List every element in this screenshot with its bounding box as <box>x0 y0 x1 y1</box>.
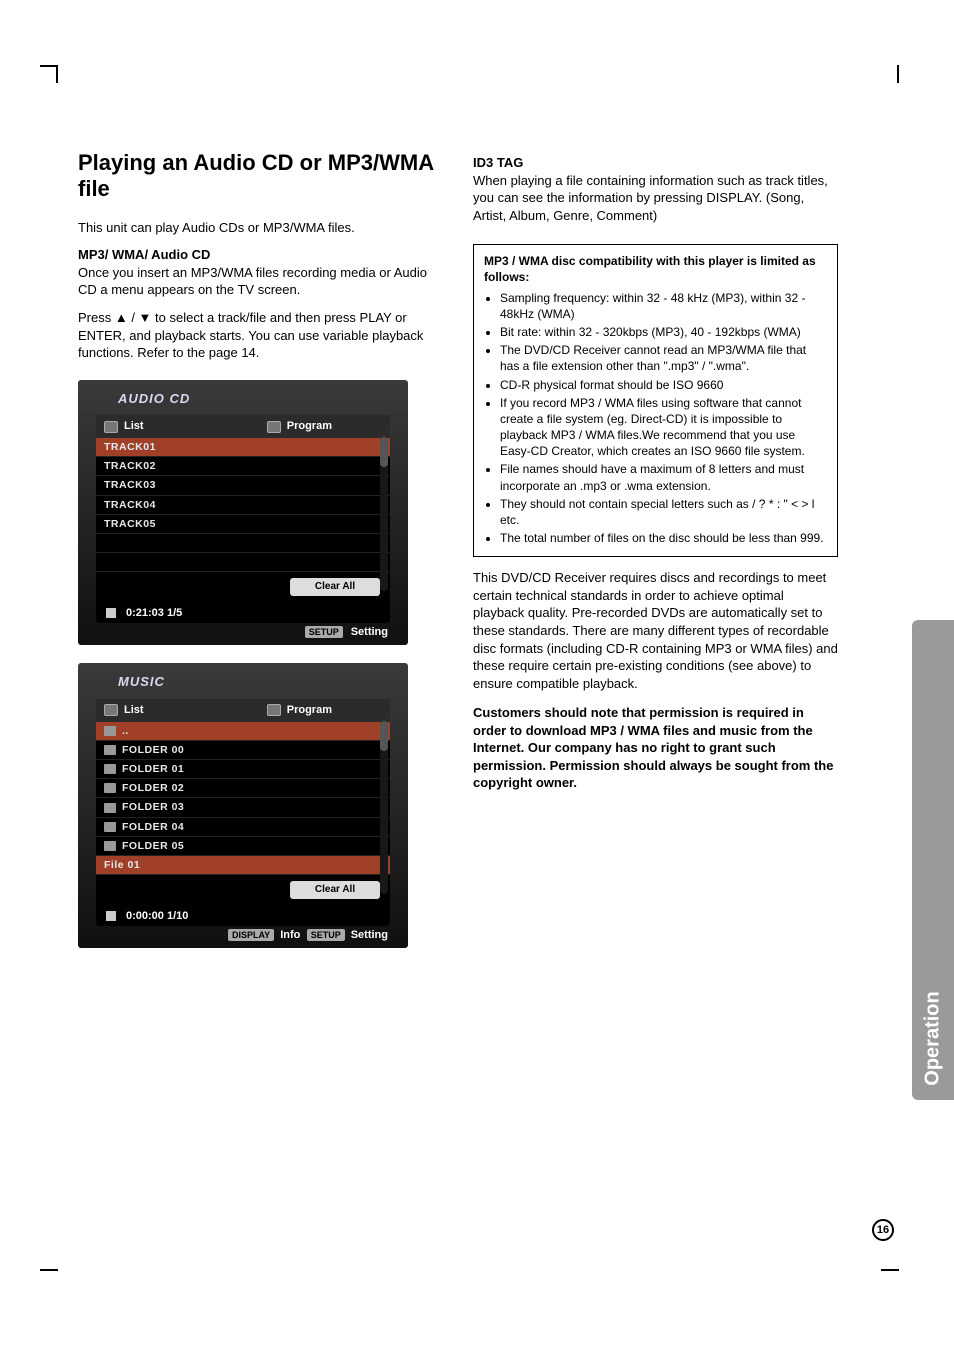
list-item <box>96 534 390 553</box>
subheading-mp3: MP3/ WMA/ Audio CD <box>78 246 443 264</box>
playback-status: 0:21:03 1/5 <box>126 606 182 621</box>
list-header: List <box>124 703 144 718</box>
note-item: CD-R physical format should be ISO 9660 <box>500 377 827 393</box>
crop-mark <box>881 1269 899 1271</box>
note-item: Sampling frequency: within 32 - 48 kHz (… <box>500 290 827 322</box>
program-icon <box>267 704 281 716</box>
list-item[interactable]: FOLDER 04 <box>96 818 390 837</box>
scrollbar[interactable] <box>380 721 388 894</box>
folder-icon <box>104 783 116 793</box>
note-item: The total number of files on the disc sh… <box>500 530 827 546</box>
track-list: TRACK01 TRACK02 TRACK03 TRACK04 TRACK05 <box>96 438 390 572</box>
compatibility-notebox: MP3 / WMA disc compatibility with this p… <box>473 244 838 557</box>
program-icon <box>267 421 281 433</box>
list-item[interactable]: TRACK05 <box>96 515 390 534</box>
note-item: File names should have a maximum of 8 le… <box>500 461 827 493</box>
setting-label: Setting <box>351 928 388 943</box>
right-column: ID3 TAG When playing a file containing i… <box>473 150 838 948</box>
up-folder-icon <box>104 726 116 736</box>
list-item[interactable]: FOLDER 01 <box>96 760 390 779</box>
notebox-heading: MP3 / WMA disc compatibility with this p… <box>484 253 827 285</box>
list-item <box>96 553 390 572</box>
list-item[interactable]: TRACK02 <box>96 457 390 476</box>
list-item[interactable]: .. <box>96 722 390 741</box>
note-item: They should not contain special letters … <box>500 496 827 528</box>
id3-heading: ID3 TAG <box>473 154 838 172</box>
body-text: Once you insert an MP3/WMA files recordi… <box>78 264 443 299</box>
clear-all-button[interactable]: Clear All <box>290 881 380 899</box>
folder-icon <box>104 822 116 832</box>
list-icon <box>104 421 118 433</box>
stop-icon <box>106 608 116 618</box>
setting-label: Setting <box>351 625 388 640</box>
left-column: Playing an Audio CD or MP3/WMA file This… <box>78 150 443 948</box>
folder-icon <box>104 841 116 851</box>
crop-mark <box>40 1269 58 1271</box>
info-label: Info <box>280 928 300 943</box>
list-item[interactable]: FOLDER 02 <box>96 779 390 798</box>
body-text: Press ▲ / ▼ to select a track/file and t… <box>78 309 443 362</box>
panel-title: AUDIO CD <box>78 380 408 416</box>
panel-title: MUSIC <box>78 663 408 699</box>
clear-all-button[interactable]: Clear All <box>290 578 380 596</box>
intro-text: This unit can play Audio CDs or MP3/WMA … <box>78 219 443 237</box>
display-tag: DISPLAY <box>228 929 274 941</box>
list-header: List <box>124 419 144 434</box>
note-item: If you record MP3 / WMA files using soft… <box>500 395 827 460</box>
folder-icon <box>104 745 116 755</box>
list-item[interactable]: TRACK04 <box>96 496 390 515</box>
program-header: Program <box>287 703 332 718</box>
section-tab: Operation <box>912 620 954 1100</box>
list-item[interactable]: TRACK01 <box>96 438 390 457</box>
folder-list: .. FOLDER 00 FOLDER 01 FOLDER 02 FOLDER … <box>96 722 390 875</box>
closing-paragraph: This DVD/CD Receiver requires discs and … <box>473 569 838 692</box>
section-tab-label: Operation <box>922 991 945 1085</box>
note-item: The DVD/CD Receiver cannot read an MP3/W… <box>500 342 827 374</box>
playback-status: 0:00:00 1/10 <box>126 909 188 924</box>
crop-mark <box>56 65 58 83</box>
note-item: Bit rate: within 32 - 320kbps (MP3), 40 … <box>500 324 827 340</box>
page-number: 16 <box>872 1219 894 1241</box>
list-item[interactable]: FOLDER 03 <box>96 798 390 817</box>
list-icon <box>104 704 118 716</box>
folder-icon <box>104 764 116 774</box>
scrollbar[interactable] <box>380 437 388 590</box>
program-header: Program <box>287 419 332 434</box>
stop-icon <box>106 911 116 921</box>
setup-tag: SETUP <box>305 626 343 638</box>
section-title: Playing an Audio CD or MP3/WMA file <box>78 150 443 203</box>
list-item[interactable]: File 01 <box>96 856 390 875</box>
setup-tag: SETUP <box>307 929 345 941</box>
list-item[interactable]: TRACK03 <box>96 476 390 495</box>
id3-body: When playing a file containing informati… <box>473 172 838 225</box>
folder-icon <box>104 803 116 813</box>
music-panel: MUSIC List Program .. FOLDER 00 FOLDER 0… <box>78 663 408 948</box>
list-item[interactable]: FOLDER 00 <box>96 741 390 760</box>
closing-bold-paragraph: Customers should note that permission is… <box>473 704 838 792</box>
crop-mark <box>897 65 899 83</box>
list-item[interactable]: FOLDER 05 <box>96 837 390 856</box>
notebox-list: Sampling frequency: within 32 - 48 kHz (… <box>484 290 827 547</box>
audio-cd-panel: AUDIO CD List Program TRACK01 TRACK02 TR… <box>78 380 408 646</box>
